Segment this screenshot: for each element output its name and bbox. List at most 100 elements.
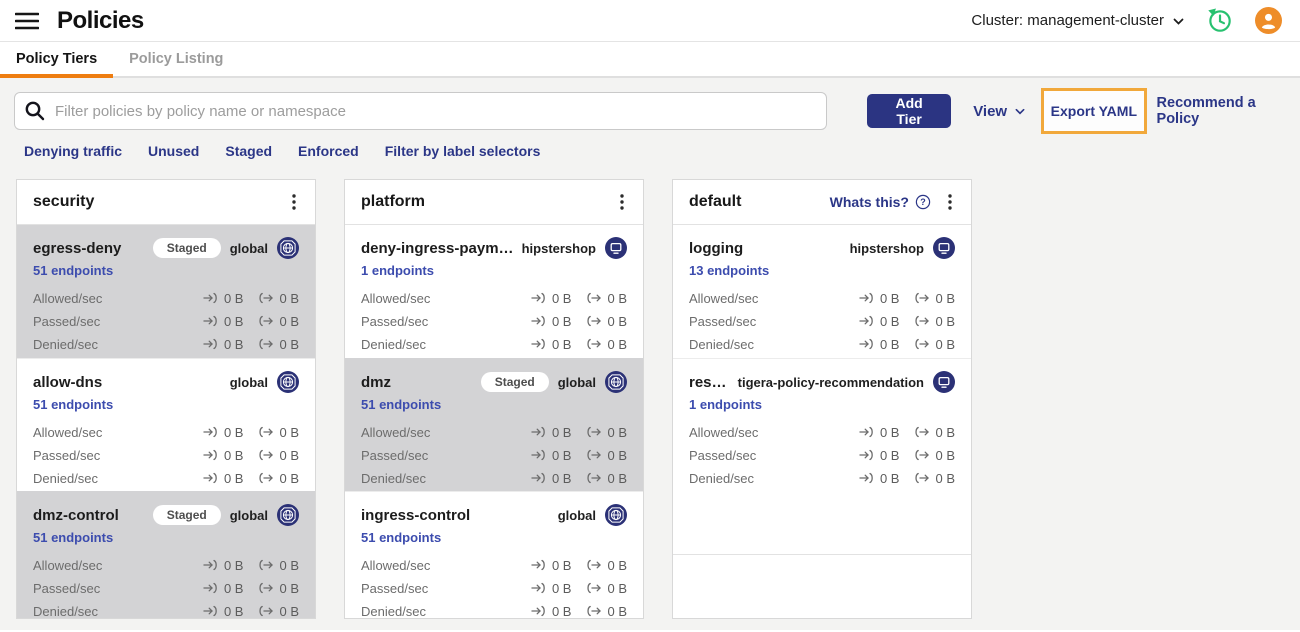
metric-in-value: 0 B: [879, 313, 900, 329]
tier-card: security egress-deny Staged global 51 en…: [16, 179, 316, 619]
filter-staged[interactable]: Staged: [225, 143, 272, 159]
ingress-icon: [531, 559, 545, 571]
policy-card[interactable]: dmz-control Staged global 51 endpoints A…: [17, 491, 315, 618]
policy-filter-input[interactable]: [14, 92, 827, 130]
policy-name: logging: [689, 239, 744, 257]
ingress-icon: [203, 292, 217, 304]
metric-out-value: 0 B: [935, 470, 955, 486]
egress-icon: [587, 315, 602, 327]
policy-card[interactable]: logging hipstershop 13 endpoints Allowed…: [673, 225, 971, 358]
metric-row: Allowed/sec 0 B 0 B: [361, 557, 627, 573]
tier-menu-icon[interactable]: [285, 192, 303, 212]
global-icon: [277, 371, 299, 393]
metric-label: Denied/sec: [689, 470, 755, 486]
policy-name: dmz: [361, 373, 391, 391]
ingress-icon: [203, 315, 217, 327]
quick-filters: Denying traffic Unused Staged Enforced F…: [0, 134, 1300, 159]
user-avatar[interactable]: [1255, 7, 1282, 34]
egress-icon: [587, 292, 602, 304]
whats-this-label: Whats this?: [829, 194, 909, 210]
filter-denying-traffic[interactable]: Denying traffic: [24, 143, 122, 159]
metric-row: Passed/sec 0 B 0 B: [33, 580, 299, 596]
metric-row: Passed/sec 0 B 0 B: [361, 447, 627, 463]
ingress-icon: [531, 582, 545, 594]
endpoints-link[interactable]: 51 endpoints: [361, 530, 441, 550]
policy-card[interactable]: egress-deny Staged global 51 endpoints A…: [17, 225, 315, 358]
metric-label: Passed/sec: [689, 313, 757, 329]
endpoints-link[interactable]: 51 endpoints: [361, 397, 441, 417]
metric-row: Denied/sec 0 B 0 B: [689, 336, 955, 352]
tier-empty-space: [673, 554, 971, 618]
namespace-icon: [933, 371, 955, 393]
filter-by-label-selectors[interactable]: Filter by label selectors: [385, 143, 541, 159]
recommend-policy-button[interactable]: Recommend a Policy: [1157, 95, 1286, 127]
tier-menu-icon[interactable]: [941, 192, 959, 212]
tab-policy-tiers[interactable]: Policy Tiers: [0, 42, 114, 78]
metric-row: Passed/sec 0 B 0 B: [361, 580, 627, 596]
metric-label: Denied/sec: [361, 603, 427, 619]
export-yaml-button[interactable]: Export YAML: [1041, 88, 1147, 134]
metric-row: Allowed/sec 0 B 0 B: [33, 290, 299, 306]
policy-card[interactable]: restricted tigera-policy-recommendation …: [673, 358, 971, 491]
ingress-icon: [859, 315, 873, 327]
tier-menu-icon[interactable]: [613, 192, 631, 212]
metric-label: Denied/sec: [361, 470, 427, 486]
metric-in-value: 0 B: [551, 424, 572, 440]
search-icon: [24, 100, 46, 127]
metric-out-value: 0 B: [279, 580, 299, 596]
egress-icon: [259, 472, 274, 484]
ingress-icon: [531, 426, 545, 438]
egress-icon: [259, 559, 274, 571]
whats-this-link[interactable]: Whats this? ?: [830, 194, 931, 210]
cluster-selector[interactable]: Cluster: management-cluster: [971, 12, 1184, 29]
help-icon: ?: [915, 194, 931, 210]
namespace-icon: [605, 237, 627, 259]
metric-in-value: 0 B: [551, 447, 572, 463]
policy-card[interactable]: allow-dns global 51 endpoints Allowed/se…: [17, 358, 315, 491]
egress-icon: [259, 605, 274, 617]
cluster-selector-label: Cluster: management-cluster: [971, 12, 1164, 29]
view-dropdown[interactable]: View: [973, 103, 1025, 120]
tier-card: default Whats this? ? logging hipstersho…: [672, 179, 972, 619]
endpoints-link[interactable]: 1 endpoints: [361, 263, 434, 283]
menu-icon[interactable]: [14, 8, 40, 34]
metric-out-value: 0 B: [607, 424, 627, 440]
metric-label: Denied/sec: [689, 336, 755, 352]
metric-in-value: 0 B: [879, 290, 900, 306]
page-title: Policies: [57, 6, 144, 34]
history-icon[interactable]: [1206, 7, 1233, 34]
metric-out-value: 0 B: [935, 447, 955, 463]
policy-name: egress-deny: [33, 239, 122, 257]
policy-scope: global: [229, 374, 268, 390]
metric-out-value: 0 B: [607, 447, 627, 463]
metric-out-value: 0 B: [607, 580, 627, 596]
endpoints-link[interactable]: 1 endpoints: [689, 397, 762, 417]
ingress-icon: [531, 449, 545, 461]
metric-row: Allowed/sec 0 B 0 B: [361, 424, 627, 440]
metric-in-value: 0 B: [551, 580, 572, 596]
metric-in-value: 0 B: [223, 447, 244, 463]
policy-card[interactable]: dmz Staged global 51 endpoints Allowed/s…: [345, 358, 643, 491]
policy-card[interactable]: ingress-control global 51 endpoints Allo…: [345, 491, 643, 619]
egress-icon: [259, 315, 274, 327]
filter-enforced[interactable]: Enforced: [298, 143, 359, 159]
endpoints-link[interactable]: 51 endpoints: [33, 263, 113, 283]
egress-icon: [259, 582, 274, 594]
metric-out-value: 0 B: [607, 313, 627, 329]
policy-name: ingress-control: [361, 506, 471, 524]
metric-in-value: 0 B: [551, 603, 572, 619]
filter-unused[interactable]: Unused: [148, 143, 199, 159]
add-tier-button[interactable]: Add Tier: [867, 94, 952, 128]
metric-out-value: 0 B: [935, 290, 955, 306]
metric-out-value: 0 B: [935, 313, 955, 329]
endpoints-link[interactable]: 51 endpoints: [33, 397, 113, 417]
endpoints-link[interactable]: 13 endpoints: [689, 263, 769, 283]
content-area: Add Tier View Export YAML Recommend a Po…: [0, 78, 1300, 630]
metric-label: Passed/sec: [33, 313, 101, 329]
metric-out-value: 0 B: [279, 336, 299, 352]
ingress-icon: [531, 315, 545, 327]
tab-policy-listing[interactable]: Policy Listing: [113, 42, 239, 76]
endpoints-link[interactable]: 51 endpoints: [33, 530, 113, 550]
tier-name: platform: [361, 193, 425, 210]
policy-card[interactable]: deny-ingress-paymentservi… hipstershop 1…: [345, 225, 643, 358]
